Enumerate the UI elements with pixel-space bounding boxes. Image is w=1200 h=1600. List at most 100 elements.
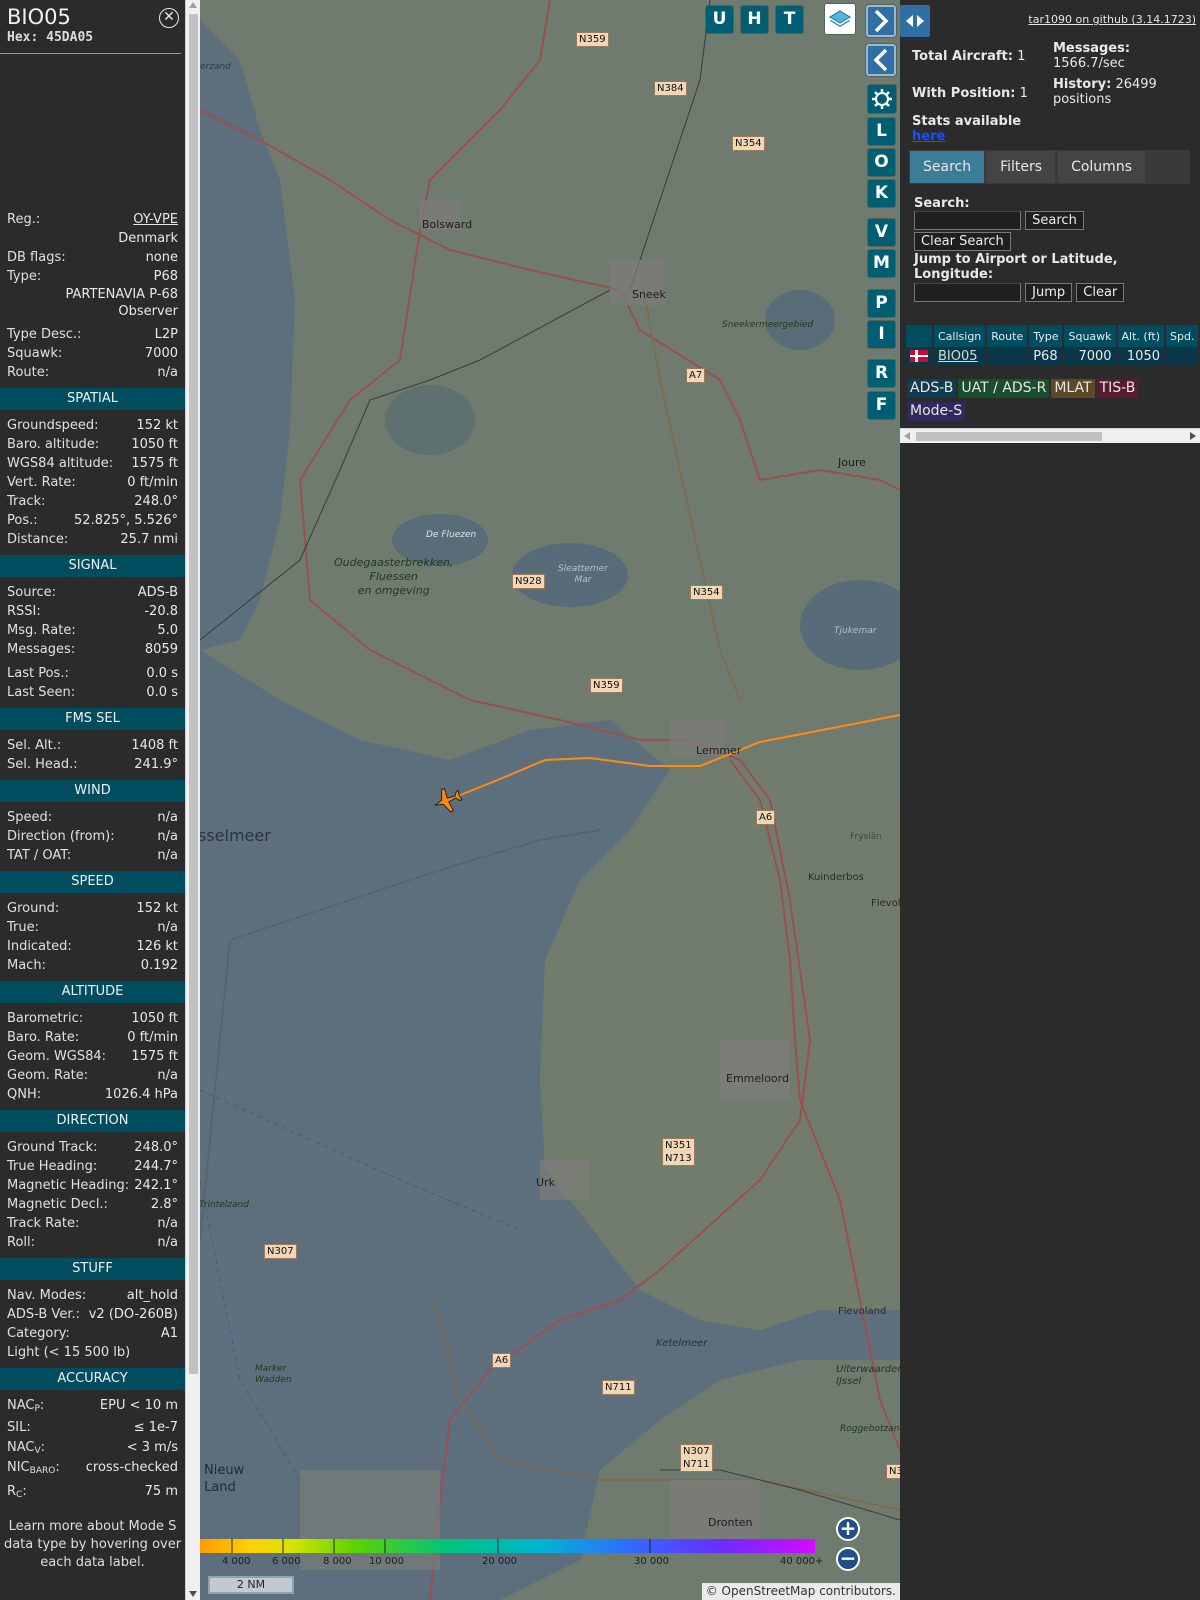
wind-group: Speed: n/a Direction (from): n/a TAT / OAT: n…	[0, 808, 185, 865]
jump-input[interactable]	[914, 283, 1021, 302]
map-button-f[interactable]: F	[868, 392, 895, 419]
map-button-t[interactable]: T	[776, 6, 803, 33]
search-input[interactable]	[914, 211, 1021, 230]
source-tisb[interactable]: TIS-B	[1096, 379, 1139, 398]
wind-label[interactable]: Direction (from):	[7, 827, 115, 846]
clear-search-button[interactable]: Clear Search	[914, 232, 1011, 251]
row-callsign-link[interactable]: BIO05	[938, 349, 978, 364]
spatial-label[interactable]: Pos.:	[7, 511, 38, 530]
scroll-right-arrow-icon[interactable]	[1190, 432, 1196, 440]
map-button-o[interactable]: O	[868, 149, 895, 176]
signal-label[interactable]: Source:	[7, 583, 56, 602]
signal-label[interactable]: Messages:	[7, 640, 75, 659]
scroll-up-arrow-icon[interactable]	[189, 2, 197, 8]
zoom-in-button[interactable]: +	[836, 1517, 860, 1541]
direction-label[interactable]: Magnetic Heading:	[7, 1176, 129, 1195]
collapse-sidebar-button[interactable]	[866, 5, 896, 37]
map-button-h[interactable]: H	[741, 6, 768, 33]
col-header-type[interactable]: Type	[1028, 325, 1065, 347]
scrollbar-thumb[interactable]	[189, 14, 198, 1374]
altitude-label[interactable]: Geom. WGS84:	[7, 1047, 106, 1066]
speed-label[interactable]: True:	[7, 918, 39, 937]
map-button-u[interactable]: U	[706, 6, 733, 33]
table-row[interactable]: BIO05 P68 7000 1050	[906, 347, 1200, 365]
expand-sidebar-button[interactable]	[866, 44, 896, 76]
tab-search[interactable]: Search	[910, 151, 985, 183]
speed-label[interactable]: Mach:	[7, 956, 46, 975]
spatial-label[interactable]: Vert. Rate:	[7, 473, 76, 492]
nacv-sub: V	[34, 1446, 41, 1456]
zoom-out-button[interactable]: −	[836, 1547, 860, 1571]
altitude-label[interactable]: Baro. Rate:	[7, 1028, 79, 1047]
source-modes[interactable]: Mode-S	[907, 402, 966, 421]
col-header-callsign[interactable]: Callsign	[933, 325, 988, 347]
legend-label: 40 000+	[780, 1556, 824, 1567]
signal-label[interactable]: Msg. Rate:	[7, 621, 76, 640]
col-header-speed[interactable]: Spd.	[1165, 325, 1200, 347]
hscroll-thumb[interactable]	[916, 432, 1102, 441]
left-panel-scrollbar[interactable]	[185, 0, 200, 1600]
wind-label[interactable]: Speed:	[7, 808, 52, 827]
spatial-label[interactable]: Track:	[7, 492, 45, 511]
scroll-down-arrow-icon[interactable]	[189, 1591, 197, 1597]
speed-label[interactable]: Indicated:	[7, 937, 72, 956]
fms-label[interactable]: Sel. Alt.:	[7, 736, 61, 755]
map-button-k[interactable]: K	[868, 180, 895, 207]
settings-button[interactable]	[868, 85, 896, 113]
speed-label[interactable]: Ground:	[7, 899, 59, 918]
tab-filters[interactable]: Filters	[987, 151, 1056, 183]
direction-label[interactable]: Ground Track:	[7, 1138, 97, 1157]
map-button-v[interactable]: V	[868, 219, 895, 246]
reg-link[interactable]: OY-VPE	[133, 210, 178, 229]
map-view[interactable]: Bolsward Sneek Joure Lemmer Emmeloord Ur…	[200, 0, 900, 1600]
speed-value: 126 kt	[136, 939, 178, 954]
rc-label[interactable]: RC:	[7, 1482, 27, 1505]
map-button-r[interactable]: R	[868, 360, 895, 387]
attribution-link[interactable]: OpenStreetMap	[722, 1584, 816, 1598]
spatial-label[interactable]: WGS84 altitude:	[7, 454, 113, 473]
col-header-squawk[interactable]: Squawk	[1063, 325, 1118, 347]
stats-here-link[interactable]: here	[912, 129, 945, 144]
altitude-label[interactable]: Geom. Rate:	[7, 1066, 88, 1085]
signal-label[interactable]: Last Pos.:	[7, 664, 69, 683]
nicbaro-label[interactable]: NICBARO:	[7, 1458, 60, 1481]
map-button-l[interactable]: L	[868, 118, 895, 145]
sil-label[interactable]: SIL:	[7, 1418, 31, 1437]
map-button-i[interactable]: I	[868, 321, 895, 348]
direction-label[interactable]: Magnetic Decl.:	[7, 1195, 108, 1214]
direction-label[interactable]: Track Rate:	[7, 1214, 79, 1233]
spatial-row: WGS84 altitude: 1575 ft	[0, 454, 185, 473]
layers-button[interactable]	[825, 4, 855, 34]
altitude-label[interactable]: QNH:	[7, 1085, 41, 1104]
github-link[interactable]: tar1090 on github (3.14.1723)	[1028, 13, 1196, 26]
source-adsb[interactable]: ADS-B	[907, 379, 957, 398]
row-callsign[interactable]: BIO05	[933, 347, 988, 365]
scroll-left-arrow-icon[interactable]	[904, 432, 910, 440]
table-horizontal-scrollbar[interactable]	[900, 428, 1200, 443]
fms-label[interactable]: Sel. Head.:	[7, 755, 78, 774]
clear-jump-button[interactable]: Clear	[1076, 283, 1125, 302]
place-flevoland: Flevoland	[838, 1306, 887, 1317]
altitude-label[interactable]: Barometric:	[7, 1009, 83, 1028]
jump-button[interactable]: Jump	[1025, 283, 1073, 302]
tab-columns[interactable]: Columns	[1058, 151, 1145, 183]
close-icon[interactable]: ✕	[159, 8, 179, 28]
spatial-label[interactable]: Groundspeed:	[7, 416, 98, 435]
source-uat[interactable]: UAT / ADS-R	[958, 379, 1050, 398]
direction-label[interactable]: Roll:	[7, 1233, 35, 1252]
col-header-flag[interactable]	[906, 325, 934, 347]
toggle-layout-button[interactable]	[900, 5, 930, 37]
signal-label[interactable]: Last Seen:	[7, 683, 75, 702]
map-button-m[interactable]: M	[868, 250, 895, 277]
spatial-label[interactable]: Distance:	[7, 530, 68, 549]
map-button-p[interactable]: P	[868, 290, 895, 317]
signal-label[interactable]: RSSI:	[7, 602, 41, 621]
direction-label[interactable]: True Heading:	[7, 1157, 97, 1176]
wind-label[interactable]: TAT / OAT:	[7, 846, 71, 865]
search-button[interactable]: Search	[1025, 211, 1084, 230]
source-mlat[interactable]: MLAT	[1051, 379, 1095, 398]
spatial-label[interactable]: Baro. altitude:	[7, 435, 99, 454]
col-header-route[interactable]: Route	[986, 325, 1030, 347]
col-header-alt[interactable]: Alt. (ft)	[1116, 325, 1167, 347]
nacp-label[interactable]: NACP:	[7, 1396, 44, 1419]
